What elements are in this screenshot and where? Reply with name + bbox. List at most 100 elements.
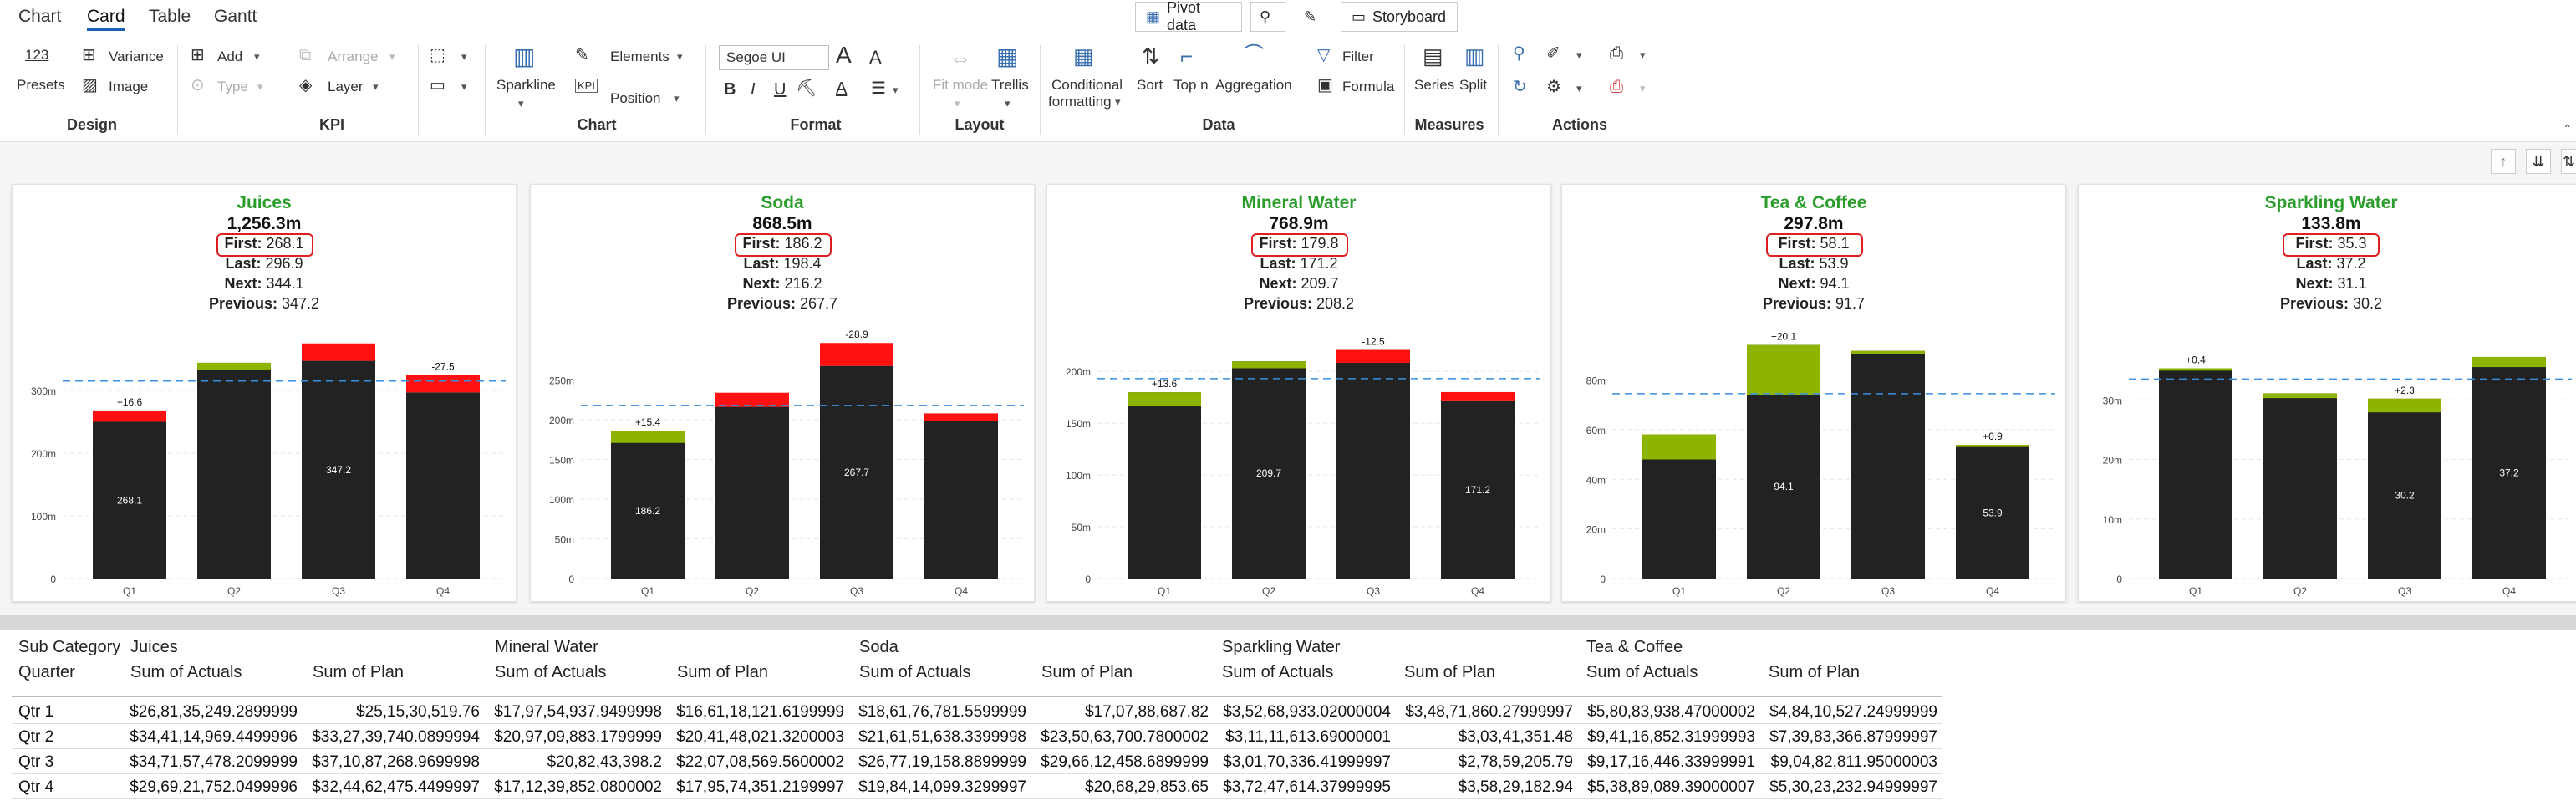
group-data: Data	[1202, 116, 1235, 133]
trellis-button[interactable]: Trellis	[991, 77, 1029, 94]
row-divider	[12, 748, 1942, 749]
presets-button[interactable]: Presets	[17, 77, 65, 94]
delta-label: +0.4	[2186, 354, 2206, 365]
measure-header[interactable]: Sum of Plan	[677, 663, 768, 682]
view-tabs: Chart Card Table Gantt ▦ Pivot data ⚲ ✎ ▭…	[0, 0, 2576, 35]
measure-header[interactable]: Sum of Actuals	[859, 663, 970, 682]
kpi-card[interactable]: Tea & Coffee 297.8m First: 58.1 Last: 53.9 N…	[1561, 184, 2066, 602]
italic-button[interactable]: I	[751, 80, 756, 99]
arrange-icon: ⧉	[299, 46, 312, 64]
pdf-export-icon[interactable]: ⎙	[1610, 79, 1623, 95]
formula-button[interactable]: Formula	[1342, 79, 1394, 95]
bold-button[interactable]: B	[724, 80, 736, 99]
aggregation-button[interactable]: Aggregation	[1215, 77, 1292, 94]
bar-value-label: 94.1	[1774, 481, 1794, 492]
format-painter-button[interactable]: ✎	[1296, 2, 1331, 32]
pane-splitter[interactable]	[0, 615, 2576, 630]
position-button[interactable]: Position	[610, 90, 660, 107]
tab-gantt[interactable]: Gantt	[214, 7, 257, 27]
gear-icon[interactable]: ⚙	[1546, 79, 1561, 95]
search-icon[interactable]: ⚲	[1513, 45, 1525, 62]
more-icon[interactable]: ⇅	[2561, 149, 2576, 174]
row-header-label[interactable]: Quarter	[18, 663, 75, 682]
measure-header[interactable]: Sum of Plan	[1769, 663, 1860, 682]
type-button[interactable]: Type	[217, 79, 248, 95]
row-label[interactable]: Qtr 3	[18, 753, 53, 772]
filter-settings-button[interactable]: ⚲	[1250, 2, 1285, 32]
export-icon[interactable]: ⎙	[1610, 45, 1623, 62]
pivot-data-button[interactable]: ▦ Pivot data	[1135, 0, 1242, 33]
card-total: 1,256.3m	[227, 214, 302, 233]
row-label[interactable]: Qtr 4	[18, 778, 53, 797]
split-button[interactable]: Split	[1459, 77, 1487, 94]
kpi-card[interactable]: Soda 868.5m First: 186.2 Last: 198.4 Next: 2…	[530, 184, 1035, 602]
row-label[interactable]: Qtr 2	[18, 728, 53, 747]
group-design: Design	[66, 116, 118, 133]
series-button[interactable]: Series	[1414, 77, 1454, 94]
filter-button[interactable]: Filter	[1342, 48, 1374, 65]
row-label[interactable]: Qtr 1	[18, 703, 53, 722]
table-cell: $3,52,68,933.02000004	[1223, 703, 1391, 721]
tab-chart[interactable]: Chart	[18, 7, 61, 27]
font-family-select[interactable]: Segoe UI	[719, 45, 829, 70]
sort-down-icon[interactable]: ⇊	[2526, 149, 2551, 174]
bar-value-label: 53.9	[1983, 507, 2003, 518]
add-icon: ⊞	[191, 46, 205, 64]
fill-color-icon[interactable]: ⛏	[796, 80, 817, 97]
delta-label: -28.9	[845, 329, 868, 340]
kpi-previous-row: Previous: 208.2	[1047, 295, 1550, 313]
storyboard-icon: ▭	[1352, 8, 1367, 25]
measure-header[interactable]: Sum of Actuals	[495, 663, 606, 682]
y-tick-label: 60m	[1586, 425, 1606, 436]
kpi-card[interactable]: Juices 1,256.3m First: 268.1 Last: 296.9 Nex…	[12, 184, 517, 602]
storyboard-button[interactable]: ▭ Storyboard	[1341, 2, 1458, 32]
first-value-highlight	[1251, 233, 1348, 257]
measure-header[interactable]: Sum of Actuals	[1586, 663, 1698, 682]
brush-icon[interactable]: ✐	[1546, 45, 1560, 62]
refresh-icon[interactable]: ↻	[1513, 79, 1527, 95]
measure-header[interactable]: Sum of Plan	[1041, 663, 1133, 682]
y-tick-label: 150m	[1066, 418, 1091, 430]
y-tick-label: 100m	[1066, 470, 1091, 482]
align-icon[interactable]: ☰	[871, 80, 886, 97]
variance-bar	[1232, 361, 1306, 369]
layer-button[interactable]: Layer	[328, 79, 364, 95]
x-tick-label: Q2	[1777, 585, 1790, 597]
tab-card[interactable]: Card	[87, 7, 125, 31]
bar-chart: 0 10m 20m 30m +0.4 Q1 Q2 +2.3 30.2 Q3 37.2 Q4	[2103, 354, 2572, 597]
scroll-up-icon[interactable]: ↑	[2491, 149, 2516, 174]
measure-header[interactable]: Sum of Plan	[313, 663, 404, 682]
font-shrink-icon[interactable]: A	[869, 47, 882, 69]
shape-icon[interactable]: ▭	[430, 77, 445, 94]
variance-button[interactable]: Variance	[109, 48, 164, 65]
measure-header[interactable]: Sum of Actuals	[130, 663, 242, 682]
kpi-card[interactable]: Mineral Water 768.9m First: 179.8 Last: 171…	[1046, 184, 1551, 602]
conditional-formatting-button[interactable]: Conditional	[1051, 77, 1123, 94]
fit-mode-button[interactable]: Fit mode	[933, 77, 988, 94]
font-color-icon[interactable]: A	[836, 80, 847, 97]
arrange-button[interactable]: Arrange	[328, 48, 378, 65]
image-button[interactable]: Image	[109, 79, 148, 95]
table-cell: $26,81,35,249.2899999	[130, 703, 298, 721]
top-n-button[interactable]: Top n	[1173, 77, 1209, 94]
table-cell: $3,58,29,182.94	[1458, 778, 1573, 796]
measure-header[interactable]: Sum of Actuals	[1222, 663, 1333, 682]
collapse-ribbon-icon[interactable]: ⌃	[2563, 122, 2573, 136]
elements-button[interactable]: Elements	[610, 48, 669, 65]
bar	[2263, 393, 2337, 579]
x-tick-label: Q2	[746, 585, 759, 597]
divider	[1498, 45, 1499, 135]
kpi-last-label: Last:	[2296, 255, 2333, 272]
add-button[interactable]: Add	[217, 48, 242, 65]
underline-button[interactable]: U	[774, 80, 786, 99]
table-cell: $33,27,39,740.0899994	[312, 728, 480, 746]
kpi-card[interactable]: Sparkling Water 133.8m First: 35.3 Last: 37…	[2078, 184, 2576, 602]
select-icon[interactable]: ⬚	[430, 47, 445, 64]
sort-button[interactable]: Sort	[1137, 77, 1163, 94]
kpi-last-row: Last: 37.2	[2079, 255, 2576, 273]
y-tick-label: 250m	[549, 375, 574, 387]
sparkline-button[interactable]: Sparkline	[496, 77, 556, 94]
font-grow-icon[interactable]: A	[836, 42, 852, 69]
measure-header[interactable]: Sum of Plan	[1404, 663, 1495, 682]
tab-table[interactable]: Table	[149, 7, 191, 27]
